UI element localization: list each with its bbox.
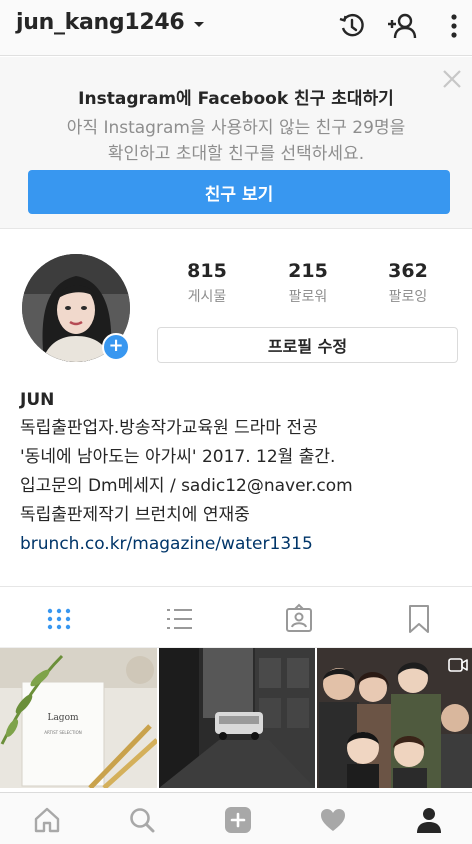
see-friends-button[interactable]: 친구 보기: [28, 170, 450, 214]
banner-title: Instagram에 Facebook 친구 초대하기: [78, 89, 394, 109]
tagged-icon[interactable]: [282, 602, 316, 636]
post-grid: Lagom ARTIST SELECTION: [0, 648, 472, 788]
post-image: [159, 648, 315, 788]
post-thumbnail[interactable]: [317, 648, 472, 788]
add-story-button[interactable]: +: [102, 333, 130, 361]
chevron-down-icon: [194, 22, 205, 27]
profile-tab-bar: [0, 586, 472, 648]
card-text: Lagom: [47, 713, 79, 723]
bio-line: 독립출판업자.방송작가교육원 드라마 전공: [20, 418, 318, 438]
bio-line: 독립출판제작기 브런치에 연재중: [20, 505, 250, 525]
video-icon: [448, 658, 468, 672]
bio-link[interactable]: brunch.co.kr/magazine/water1315: [20, 530, 460, 559]
bio: JUN 독립출판업자.방송작가교육원 드라마 전공 '동네에 남아도는 아가씨'…: [20, 390, 460, 559]
username-label: jun_kang1246: [16, 10, 185, 35]
post-thumbnail[interactable]: Lagom ARTIST SELECTION: [0, 648, 157, 788]
following-count-label: 팔로잉: [388, 289, 428, 305]
posts-count-value: 815: [187, 260, 227, 282]
edit-profile-button[interactable]: 프로필 수정: [157, 327, 458, 363]
grid-icon[interactable]: [42, 602, 76, 636]
more-vertical-icon[interactable]: [438, 10, 470, 42]
bottom-navigation: [0, 792, 472, 844]
search-icon[interactable]: [127, 805, 157, 835]
posts-count-label: 게시물: [187, 289, 227, 305]
following-count-value: 362: [388, 260, 428, 282]
followers-count[interactable]: 215 팔로워: [258, 260, 358, 306]
history-icon[interactable]: [336, 10, 368, 42]
banner-description: 아직 Instagram을 사용하지 않는 친구 29명을 확인하고 초대할 친…: [20, 115, 452, 167]
banner-description-line: 확인하고 초대할 친구를 선택하세요.: [107, 144, 365, 164]
home-icon[interactable]: [32, 805, 62, 835]
card-text: ARTIST SELECTION: [44, 730, 81, 735]
posts-count[interactable]: 815 게시물: [157, 260, 257, 306]
bio-line: '동네에 남아도는 아가씨' 2017. 12월 출간.: [20, 447, 336, 467]
post-thumbnail[interactable]: [159, 648, 315, 788]
bio-line: 입고문의 Dm메세지 / sadic12@naver.com: [20, 476, 353, 496]
profile-section: + 815 게시물 215 팔로워 362 팔로잉 프로필 수정 JUN 독립출…: [0, 230, 472, 585]
username-switcher[interactable]: jun_kang1246: [16, 10, 205, 35]
post-image: Lagom ARTIST SELECTION: [0, 648, 157, 788]
heart-icon[interactable]: [318, 805, 348, 835]
add-user-icon[interactable]: [386, 10, 418, 42]
bookmark-icon[interactable]: [402, 602, 436, 636]
list-icon[interactable]: [162, 602, 196, 636]
banner-description-line: 아직 Instagram을 사용하지 않는 친구 29명을: [66, 118, 406, 138]
add-post-icon[interactable]: [223, 805, 253, 835]
profile-name: JUN: [20, 390, 55, 410]
facebook-invite-banner: Instagram에 Facebook 친구 초대하기 아직 Instagram…: [0, 57, 472, 229]
profile-icon[interactable]: [414, 805, 444, 835]
followers-count-value: 215: [288, 260, 328, 282]
following-count[interactable]: 362 팔로잉: [358, 260, 458, 306]
top-bar: jun_kang1246: [0, 0, 472, 56]
followers-count-label: 팔로워: [288, 289, 328, 305]
